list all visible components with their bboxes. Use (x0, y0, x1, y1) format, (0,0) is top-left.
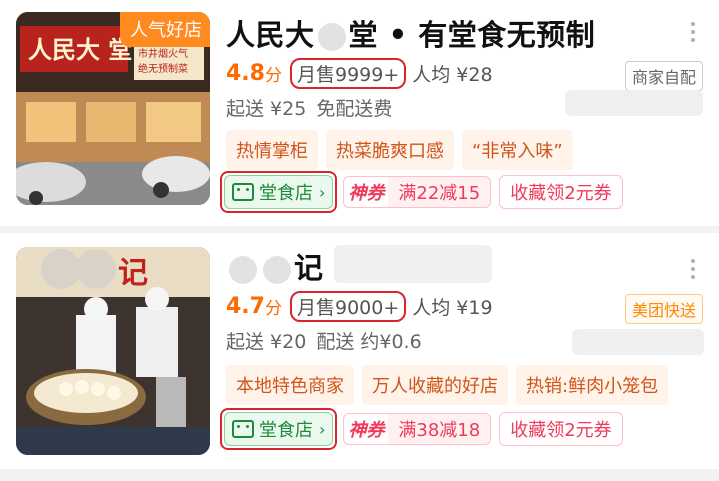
store-photo[interactable]: 人民大 堂 市井烟火气 绝无预制菜 人气好店 (16, 12, 210, 205)
monthly-sales: 月售9999+ (289, 58, 407, 89)
sign-text: 人民大 堂 (28, 36, 132, 64)
score: 4.8 (226, 61, 265, 86)
coupon[interactable]: 神券 满22减15 (343, 176, 492, 208)
redacted-mark (572, 329, 704, 355)
redacted-mark (317, 23, 346, 51)
store-name[interactable]: 人民大堂 • 有堂食无预制 (226, 12, 595, 54)
store-card[interactable]: 记 记 4.7 分 月售9000+ 人均 ¥19 美团快送 起送 ¥20 配送 约… (0, 233, 719, 469)
dine-in-label: 堂食店 (259, 420, 313, 441)
store-name-part: 记 (294, 251, 324, 285)
feature-tags: 本地特色商家 万人收藏的好店 热销:鲜肉小笼包 (226, 365, 676, 405)
coupon-amount: 满38减18 (388, 414, 491, 444)
dine-in-highlight: 堂食店 › (220, 171, 338, 213)
feature-tag: 本地特色商家 (226, 365, 354, 405)
action-row: 堂食店 › 神券 满22减15 收藏领2元券 (220, 171, 623, 213)
store-name[interactable]: 记 (226, 245, 324, 287)
store-name-part: 堂 • 有堂食无预制 (348, 18, 596, 52)
score-unit: 分 (264, 299, 282, 319)
delivery-service-tag: 商家自配 (624, 61, 703, 91)
favorite-coupon-button[interactable]: 收藏领2元券 (499, 412, 623, 446)
dine-in-label: 堂食店 (259, 183, 313, 204)
delivery-service-tag: 美团快送 (624, 294, 703, 324)
feature-tag: 热情掌柜 (226, 130, 318, 170)
monthly-sales: 月售9000+ (289, 291, 407, 322)
favorite-coupon-button[interactable]: 收藏领2元券 (499, 175, 623, 209)
score-unit: 分 (264, 66, 282, 86)
min-order: 起送 ¥25 (226, 98, 307, 120)
per-capita: 人均 ¥19 (412, 297, 493, 319)
coupon[interactable]: 神券 满38减18 (343, 413, 492, 445)
chevron-right-icon: › (319, 419, 326, 439)
store-photo[interactable]: 记 (16, 247, 210, 455)
dine-in-icon (232, 420, 254, 438)
svg-text:绝无预制菜: 绝无预制菜 (138, 62, 188, 75)
coupon-label: 神券 (348, 420, 385, 441)
delivery-fee: 配送 约¥0.6 (316, 331, 422, 353)
rating-row: 4.8 分 月售9999+ 人均 ¥28 (226, 58, 493, 89)
redacted-mark (334, 245, 492, 283)
dine-in-icon (232, 183, 254, 201)
feature-tag: 热菜脆爽口感 (326, 130, 454, 170)
coupon-amount: 满22减15 (388, 177, 491, 207)
rating-row: 4.7 分 月售9000+ 人均 ¥19 (226, 291, 493, 322)
delivery-info: 起送 ¥20 配送 约¥0.6 (226, 327, 432, 354)
min-order: 起送 ¥20 (226, 331, 307, 353)
coupon-label: 神券 (348, 183, 385, 204)
store-card[interactable]: 人民大 堂 市井烟火气 绝无预制菜 人气好店 人民大堂 • 有堂食无预制 4.8… (0, 0, 719, 226)
dine-in-button[interactable]: 堂食店 › (224, 412, 334, 446)
redacted-mark (229, 256, 257, 284)
svg-text:市井烟火气: 市井烟火气 (138, 47, 188, 60)
redacted-mark (263, 256, 291, 284)
chevron-right-icon: › (319, 182, 326, 202)
score: 4.7 (226, 294, 265, 319)
feature-tag: 热销:鲜肉小笼包 (516, 365, 669, 405)
feature-tags: 热情掌柜 热菜脆爽口感 “非常入味” (226, 130, 581, 170)
action-row: 堂食店 › 神券 满38减18 收藏领2元券 (220, 408, 623, 450)
store-name-part: 人民大 (226, 18, 315, 52)
popular-badge: 人气好店 (120, 12, 210, 47)
redacted-mark (565, 90, 703, 116)
dine-in-button[interactable]: 堂食店 › (224, 175, 334, 209)
per-capita: 人均 ¥28 (412, 64, 493, 86)
delivery-fee: 免配送费 (316, 98, 393, 120)
feature-tag: “非常入味” (462, 130, 573, 170)
more-vertical-icon[interactable] (691, 22, 695, 46)
feature-tag: 万人收藏的好店 (362, 365, 508, 405)
delivery-info: 起送 ¥25 免配送费 (226, 94, 402, 121)
store-photo-image: 记 (16, 247, 210, 455)
more-vertical-icon[interactable] (691, 259, 695, 283)
dine-in-highlight: 堂食店 › (220, 408, 338, 450)
sign-text: 记 (118, 256, 148, 291)
